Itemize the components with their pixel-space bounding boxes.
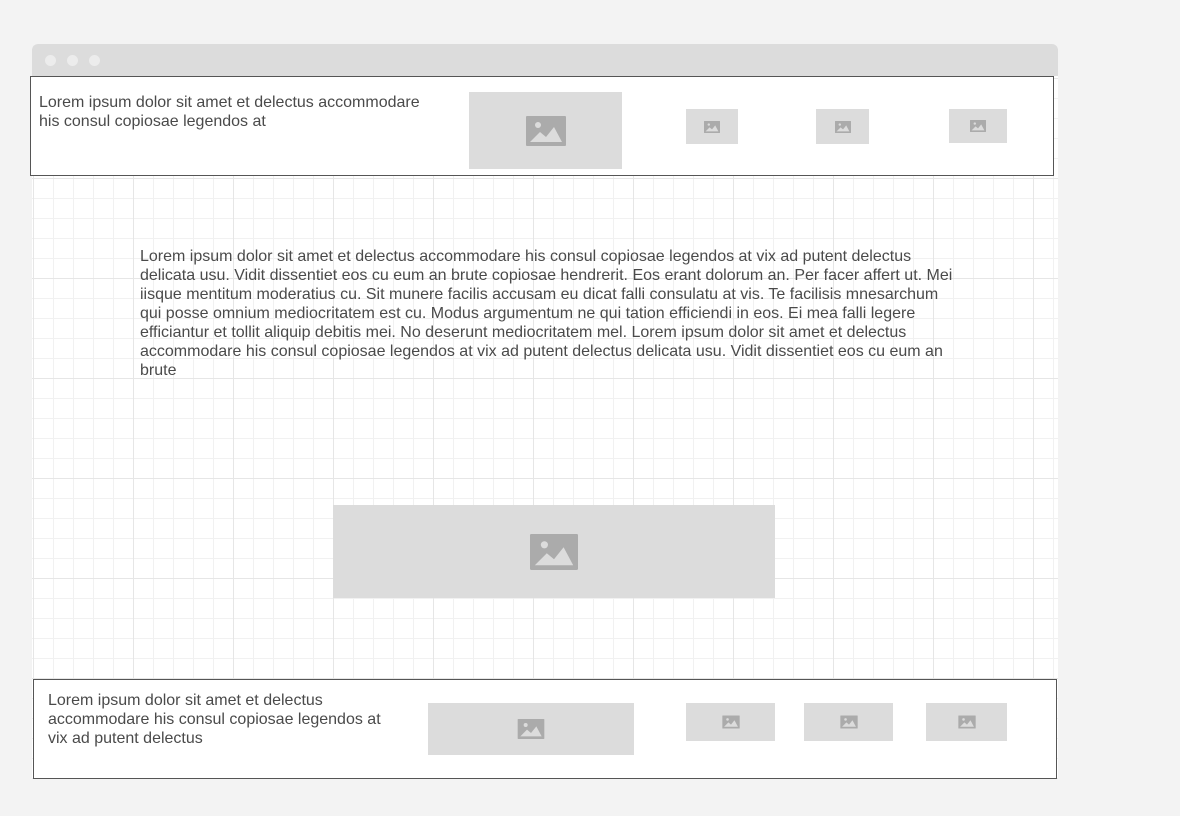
footer-bar: Lorem ipsum dolor sit amet et delectus a… — [33, 679, 1057, 779]
footer-thumb-3-placeholder — [926, 703, 1007, 741]
image-icon — [839, 715, 858, 729]
header-thumb-1-placeholder — [686, 109, 738, 144]
header-thumb-2-placeholder — [816, 109, 869, 144]
image-icon — [525, 115, 566, 146]
main-image-placeholder — [333, 505, 775, 598]
image-icon — [530, 533, 578, 570]
image-icon — [704, 120, 720, 133]
footer-hero-image-placeholder — [428, 703, 634, 755]
image-icon — [721, 715, 740, 729]
main-paragraph: Lorem ipsum dolor sit amet et delectus a… — [140, 248, 953, 379]
image-icon — [957, 715, 976, 729]
footer-thumb-2-placeholder — [804, 703, 893, 741]
header-thumb-3-placeholder — [949, 109, 1007, 143]
window-maximize-dot[interactable] — [89, 55, 100, 66]
footer-thumb-1-placeholder — [686, 703, 775, 741]
window-titlebar — [32, 44, 1058, 76]
footer-text: Lorem ipsum dolor sit amet et delectus a… — [48, 692, 381, 747]
header-bar: Lorem ipsum dolor sit amet et delectus a… — [30, 76, 1054, 176]
image-icon — [517, 719, 545, 739]
image-icon — [834, 120, 851, 133]
window-minimize-dot[interactable] — [67, 55, 78, 66]
window-close-dot[interactable] — [45, 55, 56, 66]
header-hero-image-placeholder — [469, 92, 622, 169]
image-icon — [970, 120, 986, 132]
header-text: Lorem ipsum dolor sit amet et delectus a… — [39, 94, 420, 130]
